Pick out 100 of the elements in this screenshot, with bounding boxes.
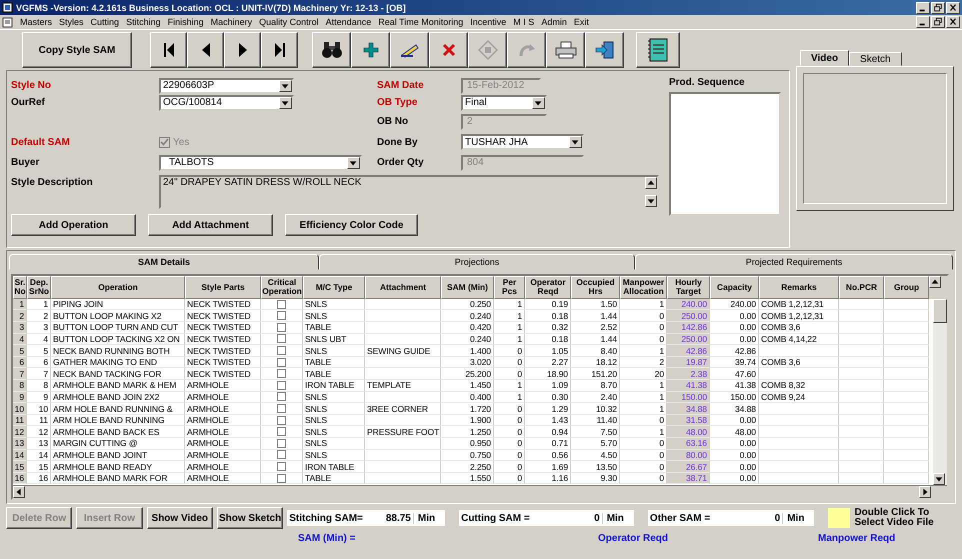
table-cell xyxy=(884,334,929,346)
column-header: Capacity xyxy=(710,276,759,299)
table-cell: 1 xyxy=(494,334,525,346)
our-ref-dropdown[interactable]: OCG/100814 xyxy=(159,94,294,110)
critical-checkbox[interactable] xyxy=(277,416,286,425)
table-cell: TABLE xyxy=(303,472,365,484)
critical-checkbox[interactable] xyxy=(277,462,286,471)
table-cell xyxy=(839,414,884,426)
menu-item[interactable]: Real Time Monitoring xyxy=(378,17,464,27)
scroll-up-icon[interactable] xyxy=(929,276,941,288)
field-label: Style No xyxy=(11,80,52,91)
critical-checkbox[interactable] xyxy=(277,322,286,332)
total-label: Stitching SAM= xyxy=(288,512,364,524)
scroll-up-icon[interactable] xyxy=(645,177,657,189)
table-cell: 39.74 xyxy=(710,356,759,368)
menu-item[interactable]: Stitching xyxy=(126,17,161,27)
menu-item[interactable]: Quality Control xyxy=(259,17,319,27)
video-hint: Double Click To Select Video File xyxy=(854,508,935,528)
menu-item[interactable]: Styles xyxy=(59,17,84,27)
form-button[interactable]: Add Attachment xyxy=(148,214,273,236)
menu-item[interactable]: Machinery xyxy=(210,17,252,27)
menu-item[interactable]: Admin xyxy=(541,17,567,27)
critical-checkbox[interactable] xyxy=(277,369,286,378)
document-icon[interactable] xyxy=(2,16,13,28)
menu-item[interactable]: Masters xyxy=(20,17,52,27)
field-label: Done By xyxy=(377,136,419,148)
critical-checkbox[interactable] xyxy=(277,427,286,436)
critical-checkbox[interactable] xyxy=(277,358,286,367)
action-button[interactable]: Show Sketch xyxy=(216,507,284,529)
table-cell: 0 xyxy=(620,461,667,473)
previous-button[interactable] xyxy=(187,32,224,68)
last-button[interactable] xyxy=(261,32,298,68)
minimize-icon[interactable] xyxy=(916,2,930,14)
table-cell: 0.00 xyxy=(710,322,759,334)
row-number: 12 xyxy=(13,426,27,438)
media-tab[interactable]: Sketch xyxy=(849,52,902,66)
table-cell: 0 xyxy=(494,345,525,357)
vertical-scrollbar[interactable] xyxy=(933,298,947,485)
print-button[interactable] xyxy=(546,32,585,68)
table-cell: ARMHOLE xyxy=(185,414,261,426)
column-header: Per Pcs xyxy=(494,276,525,299)
menu-item[interactable]: Attendance xyxy=(326,17,372,27)
minimize-icon[interactable] xyxy=(916,16,930,28)
table-cell: 1 xyxy=(494,380,525,392)
done-by-dropdown[interactable]: TUSHAR JHA xyxy=(461,134,584,150)
delete-button[interactable] xyxy=(429,32,468,68)
grid-tab[interactable]: Projected Requirements xyxy=(635,254,953,270)
edit-button[interactable] xyxy=(390,32,429,68)
exit-button[interactable] xyxy=(585,32,624,68)
table-cell xyxy=(884,356,929,368)
prod-sequence-list[interactable] xyxy=(669,92,781,216)
critical-checkbox[interactable] xyxy=(277,334,286,344)
critical-checkbox[interactable] xyxy=(277,438,286,448)
total-label: Other SAM = xyxy=(648,512,712,524)
restore-icon[interactable] xyxy=(931,16,945,28)
find-button[interactable] xyxy=(312,32,351,68)
add-button[interactable] xyxy=(351,32,390,68)
menu-item[interactable]: Finishing xyxy=(168,17,204,27)
column-header: Style Parts xyxy=(185,276,261,299)
table-cell: ARMHOLE xyxy=(185,438,261,450)
media-tab[interactable]: Video xyxy=(800,50,850,66)
row-number: 10 xyxy=(13,403,27,415)
ob-type-dropdown[interactable]: Final xyxy=(461,94,547,110)
form-button[interactable]: Add Operation xyxy=(11,214,136,236)
critical-checkbox[interactable] xyxy=(277,404,286,414)
critical-checkbox[interactable] xyxy=(277,450,286,460)
row-number: 14 xyxy=(13,450,27,462)
scroll-down-icon[interactable] xyxy=(933,473,945,485)
menu-item[interactable]: Cutting xyxy=(90,17,120,27)
next-button[interactable] xyxy=(224,32,261,68)
table-cell: COMB 1,2,12,31 xyxy=(759,298,839,310)
scroll-left-icon[interactable] xyxy=(13,486,25,498)
grid-tab[interactable]: SAM Details xyxy=(9,254,319,270)
critical-checkbox[interactable] xyxy=(277,474,286,483)
action-button[interactable]: Show Video xyxy=(146,507,213,529)
critical-checkbox[interactable] xyxy=(277,346,286,356)
color-swatch[interactable] xyxy=(828,508,850,528)
scroll-thumb[interactable] xyxy=(933,298,947,323)
menu-item[interactable]: M I S xyxy=(513,17,534,27)
scroll-right-icon[interactable] xyxy=(919,486,931,498)
grid-tab[interactable]: Projections xyxy=(319,254,635,270)
first-button[interactable] xyxy=(150,32,187,68)
close-icon[interactable] xyxy=(946,16,960,28)
style-no-dropdown[interactable]: 22906603P xyxy=(159,78,294,94)
menu-item[interactable]: Exit xyxy=(574,17,589,27)
critical-checkbox[interactable] xyxy=(277,311,286,320)
table-cell: 0.18 xyxy=(525,334,571,346)
restore-icon[interactable] xyxy=(931,2,945,14)
form-button[interactable]: Efficiency Color Code xyxy=(285,214,418,236)
close-icon[interactable] xyxy=(946,2,960,14)
critical-checkbox[interactable] xyxy=(277,380,286,390)
copy-style-sam-button[interactable]: Copy Style SAM xyxy=(22,32,132,68)
scroll-down-icon[interactable] xyxy=(645,195,657,207)
critical-checkbox[interactable] xyxy=(277,300,286,309)
buyer-dropdown[interactable]: TALBOTS xyxy=(159,154,362,170)
notes-button[interactable] xyxy=(636,32,680,68)
style-description-field[interactable]: 24" DRAPEY SATIN DRESS W/ROLL NECK xyxy=(159,175,659,209)
table-cell xyxy=(884,368,929,380)
critical-checkbox[interactable] xyxy=(277,392,286,402)
menu-item[interactable]: Incentive xyxy=(470,17,506,27)
